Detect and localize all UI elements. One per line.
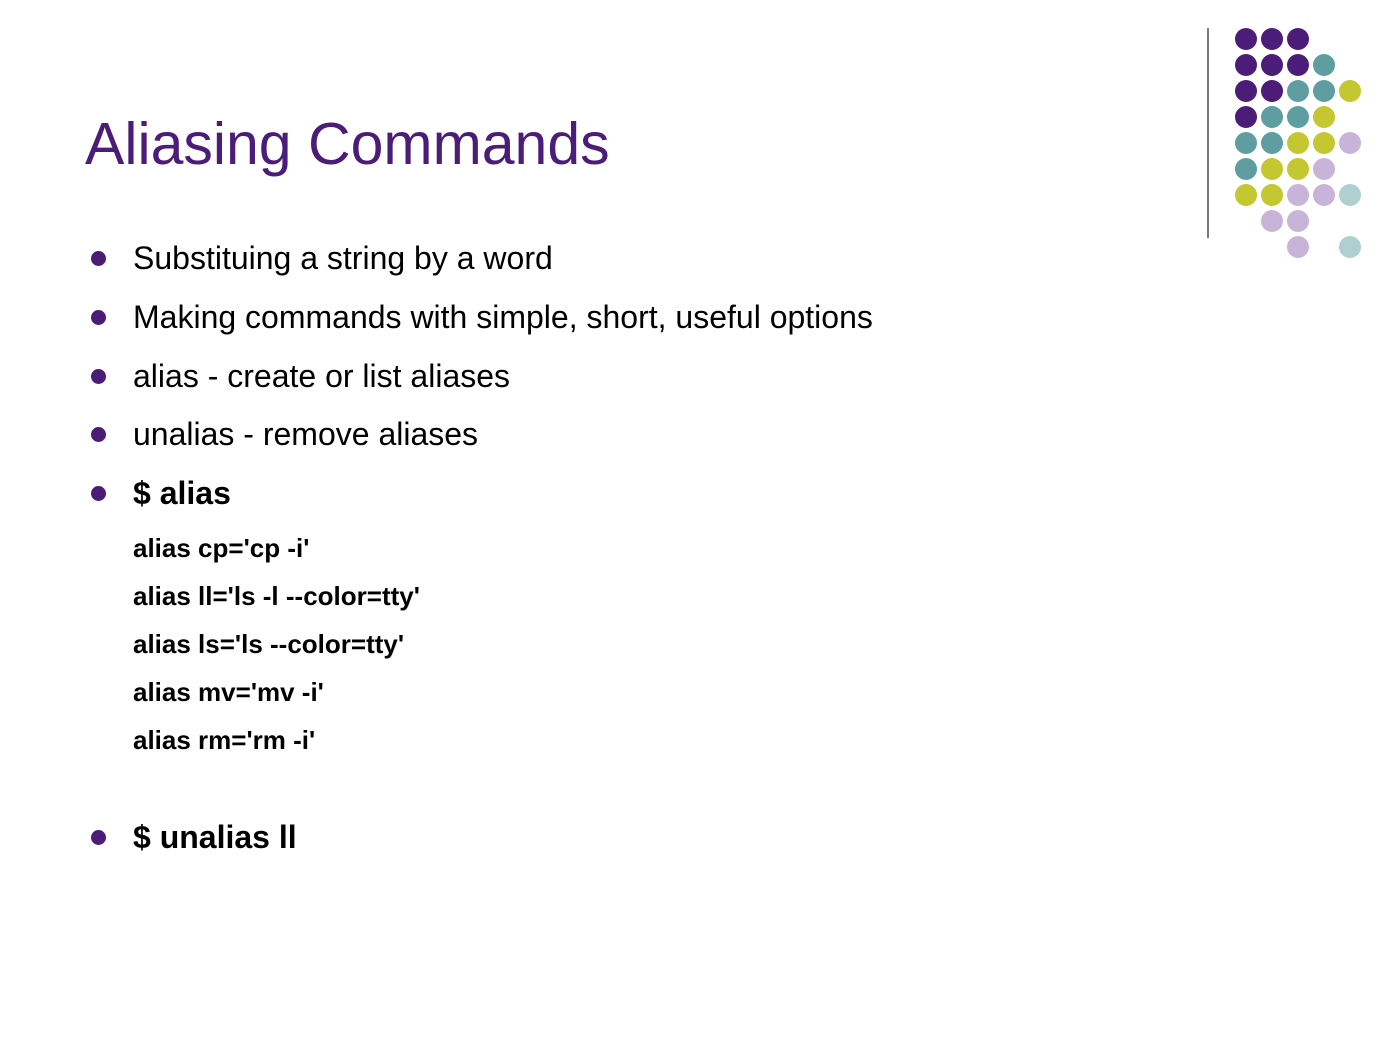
bullet-item-command: $ alias alias cp='cp -i' alias ll='ls -l… [85,475,1314,797]
bullet-item-command: $ unalias ll [85,819,1314,856]
slide-title: Aliasing Commands [85,110,1314,178]
corner-decoration [1207,28,1361,258]
bullet-list: Substituing a string by a word Making co… [85,240,1314,856]
alias-output-line: alias rm='rm -i' [133,726,1314,756]
dot-grid [1235,28,1361,258]
bullet-item: Making commands with simple, short, usef… [85,299,1314,336]
vertical-divider [1207,28,1209,238]
alias-output-line: alias ll='ls -l --color=tty' [133,582,1314,612]
slide-content: Aliasing Commands Substituing a string b… [0,0,1399,856]
alias-output-list: alias cp='cp -i' alias ll='ls -l --color… [133,534,1314,755]
bullet-item: Substituing a string by a word [85,240,1314,277]
bullet-item: unalias - remove aliases [85,416,1314,453]
alias-output-line: alias mv='mv -i' [133,678,1314,708]
bullet-item: alias - create or list aliases [85,358,1314,395]
alias-output-line: alias ls='ls --color=tty' [133,630,1314,660]
alias-output-line: alias cp='cp -i' [133,534,1314,564]
command-text: $ alias [133,475,231,511]
